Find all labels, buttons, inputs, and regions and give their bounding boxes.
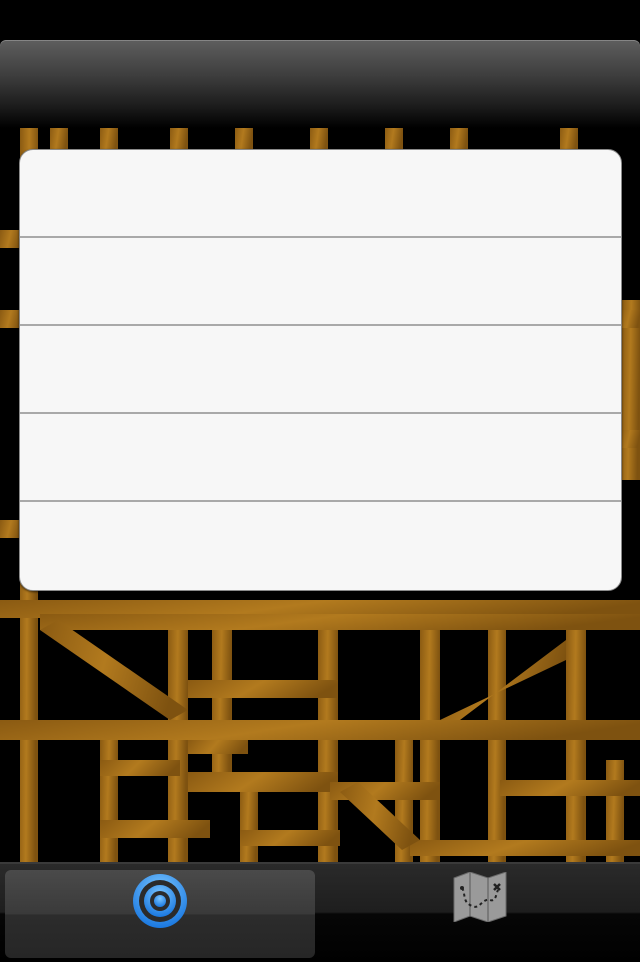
treasure-map-icon xyxy=(453,872,507,922)
grouped-table xyxy=(19,149,622,591)
table-row[interactable] xyxy=(20,326,621,414)
target-icon xyxy=(133,874,187,928)
navigation-bar xyxy=(0,40,640,128)
table-row[interactable] xyxy=(20,414,621,502)
tab-bar xyxy=(0,862,640,962)
tab-map[interactable] xyxy=(320,864,640,962)
table-row[interactable] xyxy=(20,238,621,326)
table-row[interactable] xyxy=(20,502,621,590)
table-row[interactable] xyxy=(20,150,621,238)
status-bar xyxy=(0,0,640,40)
tab-target[interactable] xyxy=(0,864,320,962)
